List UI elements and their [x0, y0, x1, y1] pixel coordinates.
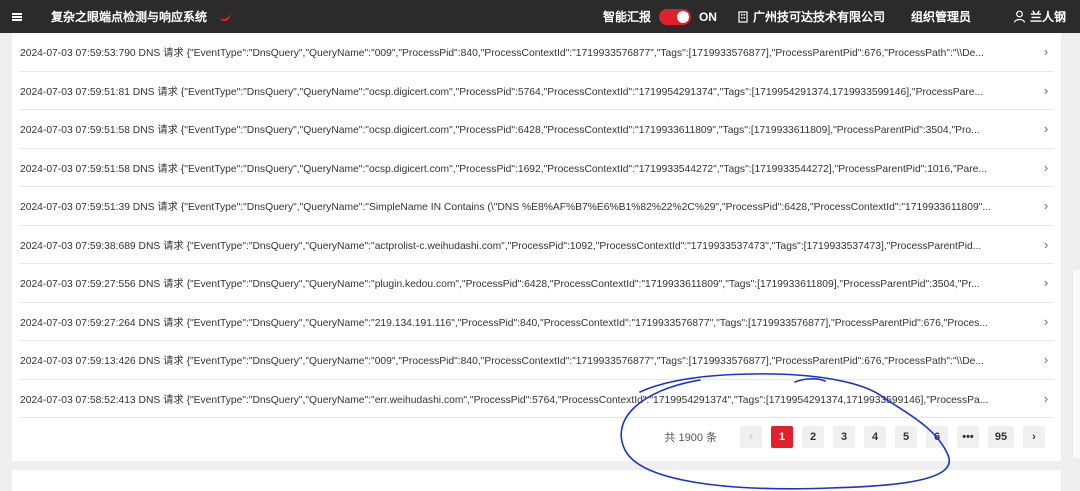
- event-text: 2024-07-03 07:58:52:413 DNS 请求 {"EventTy…: [20, 394, 989, 406]
- building-icon: [738, 10, 748, 23]
- chevron-right-icon[interactable]: ›: [1039, 391, 1053, 406]
- page-button[interactable]: 4: [864, 426, 886, 448]
- chevron-right-icon[interactable]: ›: [1039, 160, 1053, 175]
- event-text: 2024-07-03 07:59:13:426 DNS 请求 {"EventTy…: [20, 356, 984, 368]
- list-item[interactable]: 2024-07-03 07:59:27:556 DNS 请求 {"EventTy…: [20, 264, 1053, 303]
- chevron-right-icon[interactable]: ›: [1039, 237, 1053, 252]
- event-text: 2024-07-03 07:59:51:58 DNS 请求 {"EventTyp…: [20, 163, 987, 175]
- event-text: 2024-07-03 07:59:51:81 DNS 请求 {"EventTyp…: [20, 86, 984, 98]
- event-panel: 2024-07-03 07:59:53:790 DNS 请求 {"EventTy…: [12, 33, 1061, 461]
- list-item[interactable]: 2024-07-03 07:59:51:81 DNS 请求 {"EventTyp…: [20, 72, 1053, 110]
- chevron-right-icon[interactable]: ›: [1039, 352, 1053, 367]
- total-count: 共 1900 条: [664, 432, 717, 444]
- page-button[interactable]: 95: [988, 426, 1014, 448]
- page-button[interactable]: 6: [926, 426, 948, 448]
- user-icon: [1013, 10, 1026, 23]
- user-name[interactable]: 兰人钢: [1030, 8, 1066, 25]
- event-text: 2024-07-03 07:59:51:39 DNS 请求 {"EventTyp…: [20, 202, 991, 214]
- chevron-right-icon[interactable]: ›: [1039, 121, 1053, 136]
- list-item[interactable]: 2024-07-03 07:59:13:426 DNS 请求 {"EventTy…: [20, 341, 1053, 380]
- event-list: 2024-07-03 07:59:53:790 DNS 请求 {"EventTy…: [20, 33, 1053, 418]
- page-ellipsis[interactable]: •••: [957, 426, 979, 448]
- page-button[interactable]: 3: [833, 426, 855, 448]
- chevron-left-icon[interactable]: ‹: [740, 426, 762, 448]
- list-item[interactable]: 2024-07-03 07:59:38:689 DNS 请求 {"EventTy…: [20, 226, 1053, 264]
- brand-logo-icon: [220, 12, 232, 21]
- chevron-right-icon[interactable]: ›: [1039, 198, 1053, 213]
- chevron-right-icon[interactable]: ›: [1023, 426, 1045, 448]
- list-item[interactable]: 2024-07-03 07:58:52:413 DNS 请求 {"EventTy…: [20, 380, 1053, 418]
- page-button[interactable]: 1: [771, 426, 793, 448]
- list-item[interactable]: 2024-07-03 07:59:51:58 DNS 请求 {"EventTyp…: [20, 149, 1053, 187]
- toggle-state-label: ON: [698, 9, 717, 24]
- list-item[interactable]: 2024-07-03 07:59:51:39 DNS 请求 {"EventTyp…: [20, 187, 1053, 226]
- event-text: 2024-07-03 07:59:53:790 DNS 请求 {"EventTy…: [20, 48, 984, 60]
- event-text: 2024-07-03 07:59:38:689 DNS 请求 {"EventTy…: [20, 240, 982, 252]
- event-text: 2024-07-03 07:59:27:556 DNS 请求 {"EventTy…: [20, 279, 980, 291]
- smart-report-toggle[interactable]: [658, 8, 691, 25]
- menu-icon[interactable]: [0, 0, 34, 33]
- bottom-panel: [12, 470, 1061, 491]
- list-item[interactable]: 2024-07-03 07:59:53:790 DNS 请求 {"EventTy…: [20, 33, 1053, 72]
- chevron-right-icon[interactable]: ›: [1039, 314, 1053, 329]
- list-item[interactable]: 2024-07-03 07:59:27:264 DNS 请求 {"EventTy…: [20, 303, 1053, 341]
- event-text: 2024-07-03 07:59:27:264 DNS 请求 {"EventTy…: [20, 317, 988, 329]
- smart-report-label: 智能汇报: [602, 10, 651, 24]
- chevron-right-icon[interactable]: ›: [1039, 83, 1053, 98]
- company-name[interactable]: 广州技可达技术有限公司: [753, 8, 885, 25]
- pagination: 共 1900 条 ‹ 1 2 3 4 5 6 ••• 95 ›: [664, 426, 1045, 448]
- scrollbar[interactable]: [1072, 270, 1080, 458]
- page-button[interactable]: 5: [895, 426, 917, 448]
- chevron-right-icon[interactable]: ›: [1039, 44, 1053, 59]
- list-item[interactable]: 2024-07-03 07:59:51:58 DNS 请求 {"EventTyp…: [20, 110, 1053, 149]
- org-admin-link[interactable]: 组织管理员: [911, 8, 971, 25]
- chevron-right-icon[interactable]: ›: [1039, 275, 1053, 290]
- top-bar: 复杂之眼端点检测与响应系统 智能汇报 ON 广州技可达技术有限公司 组织管理员 …: [0, 0, 1080, 33]
- event-text: 2024-07-03 07:59:51:58 DNS 请求 {"EventTyp…: [20, 125, 980, 137]
- app-title: 复杂之眼端点检测与响应系统: [51, 10, 208, 24]
- page-button[interactable]: 2: [802, 426, 824, 448]
- main-content: 2024-07-03 07:59:53:790 DNS 请求 {"EventTy…: [0, 33, 1080, 491]
